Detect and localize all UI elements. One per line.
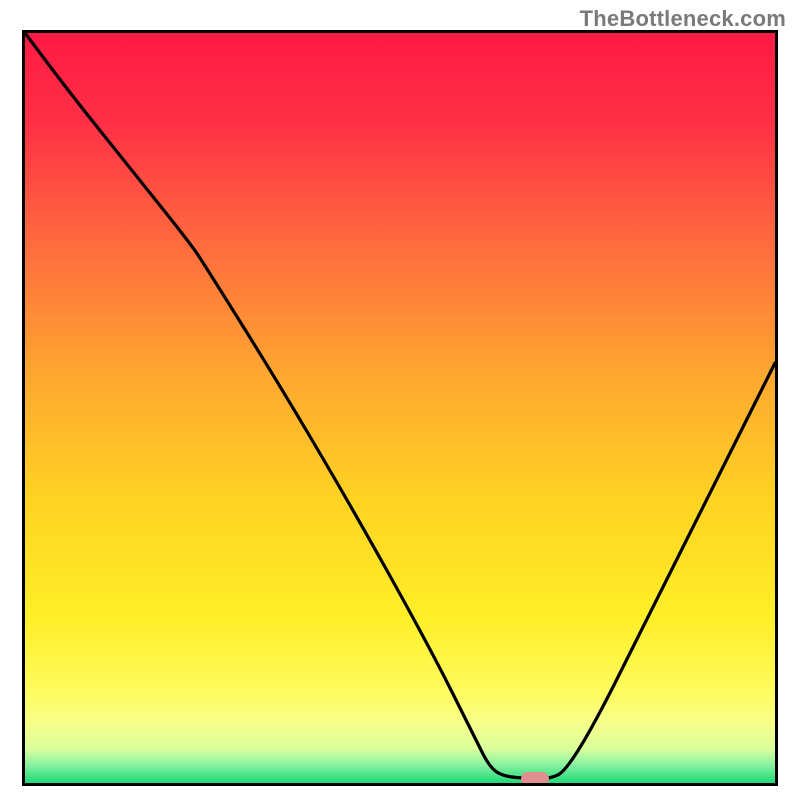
chart-stage: TheBottleneck.com bbox=[0, 0, 800, 800]
chart-svg bbox=[25, 33, 775, 783]
watermark-text: TheBottleneck.com bbox=[580, 6, 786, 32]
gradient-backdrop bbox=[25, 33, 775, 783]
plot-area bbox=[22, 30, 778, 786]
optimal-marker bbox=[521, 772, 549, 786]
